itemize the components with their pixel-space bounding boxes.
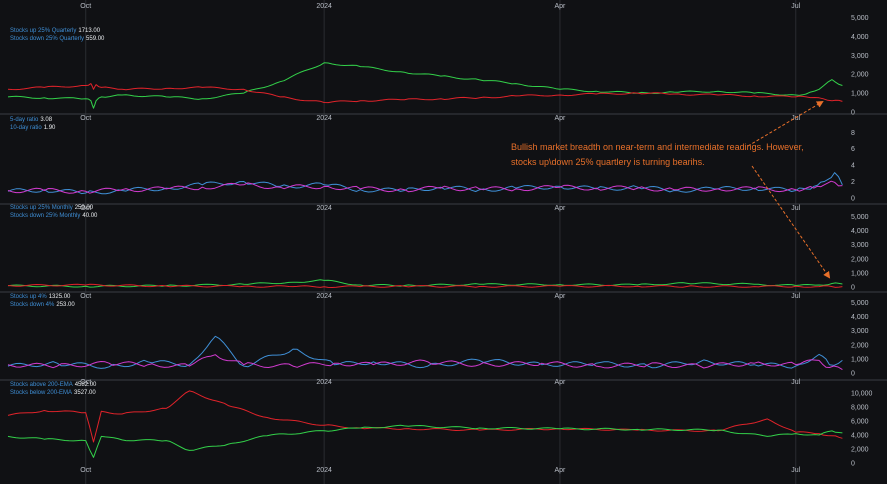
legend-label: Stocks up 4% <box>10 294 47 300</box>
x-tick-label: Apr <box>555 293 567 300</box>
x-tick-label: 2024 <box>316 3 332 10</box>
y-tick-label: 8,000 <box>851 405 869 412</box>
y-tick-label: 4,000 <box>851 314 869 321</box>
y-tick-label: 6 <box>851 146 855 153</box>
annotation-text: Bullish market breadth on near-term and … <box>511 142 804 167</box>
x-tick-label: 2024 <box>316 467 332 474</box>
x-tick-label: 2024 <box>316 379 332 386</box>
legend-entry: Stocks below 200-EMA 3527.00 <box>10 389 96 397</box>
legend-value: 3.08 <box>40 117 53 123</box>
x-tick-label: Jul <box>791 379 800 386</box>
y-tick-label: 4,000 <box>851 34 869 41</box>
y-tick-label: 6,000 <box>851 419 869 426</box>
y-tick-label: 0 <box>851 110 855 117</box>
y-tick-label: 1,000 <box>851 356 869 363</box>
y-tick-label: 2,000 <box>851 256 869 263</box>
legend-label: Stocks up 25% Quarterly <box>10 28 77 34</box>
y-tick-label: 4 <box>851 163 855 170</box>
x-tick-label: Oct <box>80 293 91 300</box>
market-breadth-chart: Oct 2024 Apr Jul Oct 2024 Apr Jul Oct 2024 Apr Jul O… <box>0 0 887 484</box>
y-tick-label: 5,000 <box>851 15 869 22</box>
x-tick-label: Apr <box>555 115 567 122</box>
legend-label: Stocks down 4% <box>10 302 55 308</box>
x-tick-label: Oct <box>80 115 91 122</box>
legend-value: 1.90 <box>43 125 56 131</box>
legend-entry: Stocks down 4% 253.00 <box>10 301 75 309</box>
y-tick-label: 10,000 <box>851 391 873 398</box>
y-tick-label: 4,000 <box>851 433 869 440</box>
legend-label: Stocks down 25% Monthly <box>10 213 81 219</box>
x-tick-label: 2024 <box>316 293 332 300</box>
y-tick-label: 2 <box>851 179 855 186</box>
x-tick-label: Apr <box>555 3 567 10</box>
y-tick-label: 3,000 <box>851 328 869 335</box>
panel-legend: 5-day ratio 3.08 10-day ratio 1.90 <box>10 116 55 132</box>
x-tick-label: Oct <box>80 3 91 10</box>
y-tick-label: 5,000 <box>851 214 869 221</box>
x-tick-label: Jul <box>791 205 800 212</box>
x-tick-label: 2024 <box>316 115 332 122</box>
x-tick-label: Apr <box>555 467 567 474</box>
x-tick-label: Jul <box>791 467 800 474</box>
legend-value: 1325.00 <box>48 294 71 300</box>
legend-value: 253.00 <box>56 302 75 308</box>
legend-entry: Stocks down 25% Monthly 40.00 <box>10 212 97 220</box>
x-tick-label: Apr <box>555 205 567 212</box>
panel-legend: Stocks up 25% Quarterly 1713.00 Stocks dow… <box>10 27 104 43</box>
legend-label: Stocks down 25% Quarterly <box>10 36 85 42</box>
x-tick-label: Jul <box>791 115 800 122</box>
x-tick-label: Jul <box>791 3 800 10</box>
legend-entry: 5-day ratio 3.08 <box>10 116 55 124</box>
panel-legend: Stocks above 200-EMA 4582.00 Stocks below … <box>10 381 96 397</box>
chart-background <box>0 0 887 484</box>
legend-entry: Stocks up 25% Monthly 259.00 <box>10 204 97 212</box>
legend-value: 259.00 <box>74 205 94 211</box>
legend-entry: Stocks up 4% 1325.00 <box>10 293 75 301</box>
y-tick-label: 3,000 <box>851 242 869 249</box>
y-tick-label: 1,000 <box>851 270 869 277</box>
y-tick-label: 5,000 <box>851 300 869 307</box>
y-tick-label: 4,000 <box>851 228 869 235</box>
x-tick-label: Oct <box>80 467 91 474</box>
legend-label: 5-day ratio <box>10 117 39 123</box>
y-tick-label: 2,000 <box>851 342 869 349</box>
legend-entry: Stocks up 25% Quarterly 1713.00 <box>10 27 104 35</box>
x-tick-label: Jul <box>791 293 800 300</box>
x-tick-label: 2024 <box>316 205 332 212</box>
legend-value: 559.00 <box>86 36 105 42</box>
legend-value: 40.00 <box>82 213 98 219</box>
legend-label: Stocks below 200-EMA <box>10 390 73 396</box>
legend-entry: Stocks above 200-EMA 4582.00 <box>10 381 96 389</box>
legend-entry: Stocks down 25% Quarterly 559.00 <box>10 35 104 43</box>
x-tick-label: Apr <box>555 379 567 386</box>
panel-legend: Stocks up 25% Monthly 259.00 Stocks down 2… <box>10 204 97 220</box>
panel-legend: Stocks up 4% 1325.00 Stocks down 4% 253.00 <box>10 293 75 309</box>
chart-canvas: Oct 2024 Apr Jul Oct 2024 Apr Jul Oct 2024 Apr Jul O… <box>0 0 887 484</box>
y-tick-label: 0 <box>851 461 855 468</box>
legend-label: Stocks up 25% Monthly <box>10 205 73 211</box>
legend-entry: 10-day ratio 1.90 <box>10 124 55 132</box>
legend-label: Stocks above 200-EMA <box>10 382 73 388</box>
y-tick-label: 8 <box>851 130 855 137</box>
y-tick-label: 0 <box>851 285 855 292</box>
y-tick-label: 0 <box>851 195 855 202</box>
legend-value: 3527.00 <box>74 390 96 396</box>
y-tick-label: 0 <box>851 371 855 378</box>
y-tick-label: 3,000 <box>851 53 869 60</box>
y-tick-label: 1,000 <box>851 91 869 98</box>
legend-value: 1713.00 <box>78 28 101 34</box>
legend-value: 4582.00 <box>74 382 97 388</box>
legend-label: 10-day ratio <box>10 125 42 131</box>
y-tick-label: 2,000 <box>851 447 869 454</box>
y-tick-label: 2,000 <box>851 72 869 79</box>
